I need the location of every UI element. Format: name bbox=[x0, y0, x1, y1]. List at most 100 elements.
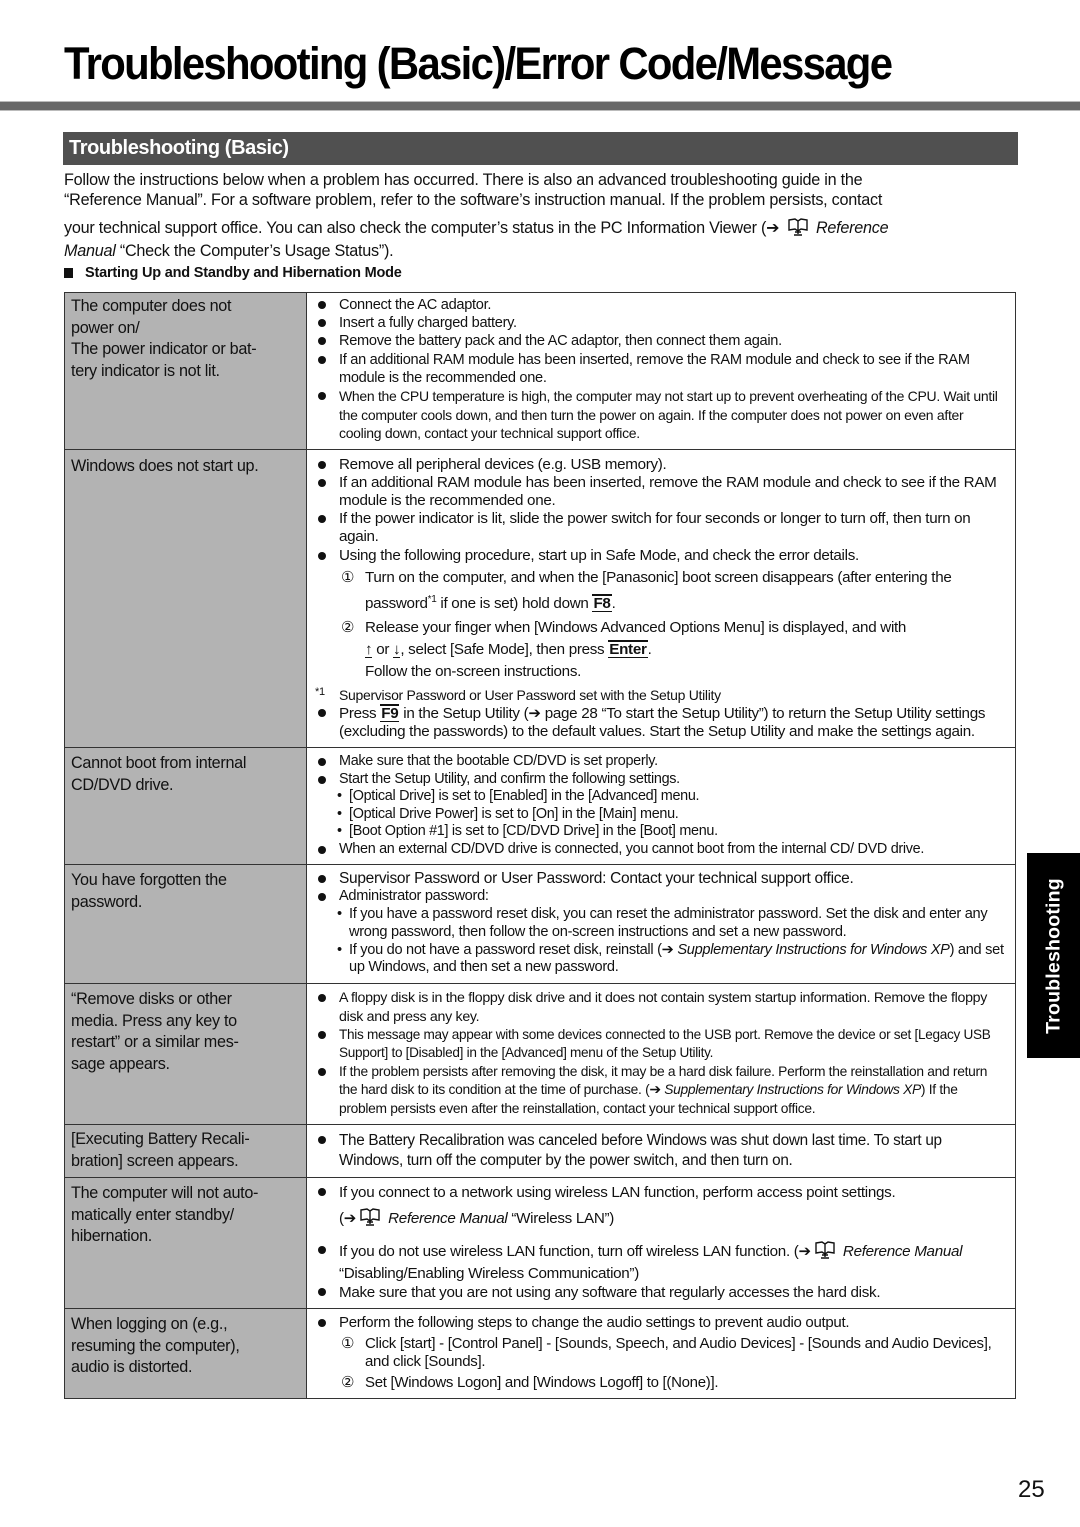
step-number: ② bbox=[341, 1373, 355, 1391]
list-item: Remove the battery pack and the AC adapt… bbox=[315, 332, 1007, 350]
step-text: Release your finger when [Windows Advanc… bbox=[365, 618, 907, 636]
solution-cell: If you connect to a network using wirele… bbox=[306, 1177, 1016, 1310]
table-row: “Remove disks or other media. Press any … bbox=[64, 983, 1016, 1126]
symptom-text: media. Press any key to bbox=[71, 1011, 237, 1030]
reference-manual-icon bbox=[814, 1241, 836, 1264]
title-rule bbox=[0, 101, 1080, 111]
step-text: Follow the on-screen instructions. bbox=[365, 662, 582, 680]
list-item: Insert a fully charged battery. bbox=[315, 314, 1007, 332]
supplementary-instructions-link[interactable]: Supplementary Instructions for Windows X… bbox=[677, 942, 950, 958]
symptom-cell: You have forgotten the password. bbox=[64, 864, 307, 985]
intro-paragraph: Follow the instructions below when a pro… bbox=[64, 170, 1024, 261]
list-item: Make sure that you are not using any sof… bbox=[315, 1283, 1007, 1302]
step-item: ① Turn on the computer, and when the [Pa… bbox=[341, 568, 952, 612]
symptom-cell: When logging on (e.g., resuming the comp… bbox=[64, 1308, 307, 1400]
intro-text: “Check the Computer’s Usage Status”). bbox=[115, 242, 394, 260]
table-row: You have forgotten the password. Supervi… bbox=[64, 864, 1016, 985]
list-item: Make sure that the bootable CD/DVD is se… bbox=[315, 753, 1007, 771]
solution-cell: A floppy disk is in the floppy disk driv… bbox=[306, 983, 1016, 1126]
list-item: When the CPU temperature is high, the co… bbox=[315, 387, 1007, 443]
table-row: [Executing Battery Recali- bration] scre… bbox=[64, 1124, 1016, 1179]
supplementary-instructions-link[interactable]: Supplementary Instructions for Windows X… bbox=[664, 1082, 921, 1097]
symptom-text: The power indicator or bat- bbox=[71, 340, 257, 358]
sub-list-item: [Optical Drive Power] is set to [On] in … bbox=[315, 806, 1007, 824]
symptom-text: password. bbox=[71, 892, 143, 911]
reference-manual-link[interactable]: Reference bbox=[816, 219, 889, 237]
list-item: Administrator password: bbox=[315, 888, 1007, 906]
list-item: Press F9 in the Setup Utility (➔ page 28… bbox=[315, 704, 1007, 741]
list-item: A floppy disk is in the floppy disk driv… bbox=[315, 989, 1007, 1026]
reference-manual-link[interactable]: Manual bbox=[64, 242, 116, 260]
list-item: Connect the AC adaptor. bbox=[315, 296, 1007, 314]
page-title: Troubleshooting (Basic)/Error Code/Messa… bbox=[64, 38, 893, 89]
list-item: If you connect to a network using wirele… bbox=[315, 1183, 1007, 1231]
symptom-text: The computer will not auto- bbox=[71, 1184, 259, 1203]
list-item: The Battery Recalibration was canceled b… bbox=[315, 1131, 1007, 1171]
list-item: If you do not use wireless LAN function,… bbox=[315, 1241, 1007, 1283]
reference-manual-icon bbox=[787, 218, 809, 241]
intro-line: “Reference Manual”. For a software probl… bbox=[64, 191, 883, 209]
arrow-right-icon: ➔ bbox=[661, 941, 674, 958]
table-row: The computer will not auto- matically en… bbox=[64, 1177, 1016, 1310]
symptom-text: sage appears. bbox=[71, 1054, 170, 1073]
symptom-cell: The computer does not power on/ The powe… bbox=[64, 292, 307, 450]
page-number: 25 bbox=[1018, 1476, 1045, 1503]
solution-cell: Make sure that the bootable CD/DVD is se… bbox=[306, 747, 1016, 866]
item-text: “Wireless LAN”) bbox=[507, 1210, 615, 1228]
symptom-text: Windows does not start up. bbox=[71, 456, 259, 475]
symptom-text: [Executing Battery Recali- bbox=[71, 1130, 250, 1149]
step-text: Click [start] - [Control Panel] - [Sound… bbox=[365, 1334, 992, 1371]
arrow-right-icon: ➔ bbox=[766, 219, 780, 237]
reference-manual-link[interactable]: Reference Manual bbox=[843, 1243, 963, 1260]
symptom-text: CD/DVD drive. bbox=[71, 775, 174, 794]
list-item: When an external CD/DVD drive is connect… bbox=[315, 841, 1007, 859]
symptom-text: restart” or a similar mes- bbox=[71, 1033, 239, 1052]
item-text: If you do not use wireless LAN function,… bbox=[339, 1243, 799, 1261]
symptom-text: matically enter standby/ bbox=[71, 1205, 234, 1224]
reference-manual-link[interactable]: Reference Manual bbox=[388, 1210, 508, 1227]
solution-cell: Remove all peripheral devices (e.g. USB … bbox=[306, 448, 1016, 749]
list-item: If an additional RAM module has been ins… bbox=[315, 474, 1007, 510]
symptom-text: hibernation. bbox=[71, 1227, 152, 1246]
symptom-text: “Remove disks or other bbox=[71, 990, 232, 1009]
symptom-cell: [Executing Battery Recali- bration] scre… bbox=[64, 1124, 307, 1179]
solution-cell: The Battery Recalibration was canceled b… bbox=[306, 1124, 1016, 1179]
symptom-text: Cannot boot from internal bbox=[71, 754, 247, 773]
section-heading: Troubleshooting (Basic) bbox=[63, 132, 1018, 165]
symptom-text: tery indicator is not lit. bbox=[71, 361, 220, 380]
footnote-mark: *1 bbox=[315, 685, 325, 698]
footnote: *1 Supervisor Password or User Password s… bbox=[315, 686, 1007, 704]
table-row: When logging on (e.g., resuming the comp… bbox=[64, 1308, 1016, 1400]
intro-line: Follow the instructions below when a pro… bbox=[64, 171, 863, 189]
troubleshooting-table: The computer does not power on/ The powe… bbox=[64, 292, 1016, 1400]
intro-line: your technical support office. You can a… bbox=[64, 218, 1024, 241]
arrow-right-icon: ➔ bbox=[649, 1082, 661, 1098]
symptom-text: resuming the computer), bbox=[71, 1336, 240, 1355]
side-tab-label: Troubleshooting bbox=[1042, 877, 1064, 1034]
subheading-text: Starting Up and Standby and Hibernation … bbox=[85, 265, 402, 281]
symptom-cell: “Remove disks or other media. Press any … bbox=[64, 983, 307, 1126]
table-row: Windows does not start up. Remove all pe… bbox=[64, 448, 1016, 749]
side-tab-troubleshooting[interactable]: Troubleshooting bbox=[1027, 853, 1080, 1058]
square-bullet-icon bbox=[64, 268, 73, 278]
step-text: Set [Windows Logon] and [Windows Logoff]… bbox=[365, 1373, 719, 1391]
symptom-text: audio is distorted. bbox=[71, 1358, 193, 1377]
intro-line: Manual “Check the Computer’s Usage Statu… bbox=[64, 241, 1024, 261]
symptom-text: power on/ bbox=[71, 318, 140, 337]
symptom-text: You have forgotten the bbox=[71, 871, 227, 890]
step-item: ② Release your finger when [Windows Adva… bbox=[341, 618, 907, 680]
step-number: ② bbox=[341, 618, 355, 636]
sub-list-item: If you have a password reset disk, you c… bbox=[315, 906, 1007, 942]
table-row: Cannot boot from internal CD/DVD drive. … bbox=[64, 747, 1016, 866]
list-item: Supervisor Password or User Password: Co… bbox=[315, 870, 1007, 888]
item-text: “Disabling/Enabling Wireless Communicati… bbox=[339, 1265, 639, 1283]
step-number: ① bbox=[341, 1334, 355, 1352]
arrow-right-icon: ➔ bbox=[798, 1243, 812, 1261]
list-item: Remove all peripheral devices (e.g. USB … bbox=[315, 456, 1007, 474]
list-item: If an additional RAM module has been ins… bbox=[315, 351, 1007, 387]
list-item: If the power indicator is lit, slide the… bbox=[315, 510, 1007, 546]
arrow-right-icon: ➔ bbox=[528, 705, 541, 722]
footnote-text: Supervisor Password or User Password set… bbox=[339, 686, 721, 703]
step-item: ② Set [Windows Logon] and [Windows Logoff… bbox=[315, 1374, 1007, 1393]
list-item: Perform the following steps to change th… bbox=[315, 1314, 1007, 1333]
